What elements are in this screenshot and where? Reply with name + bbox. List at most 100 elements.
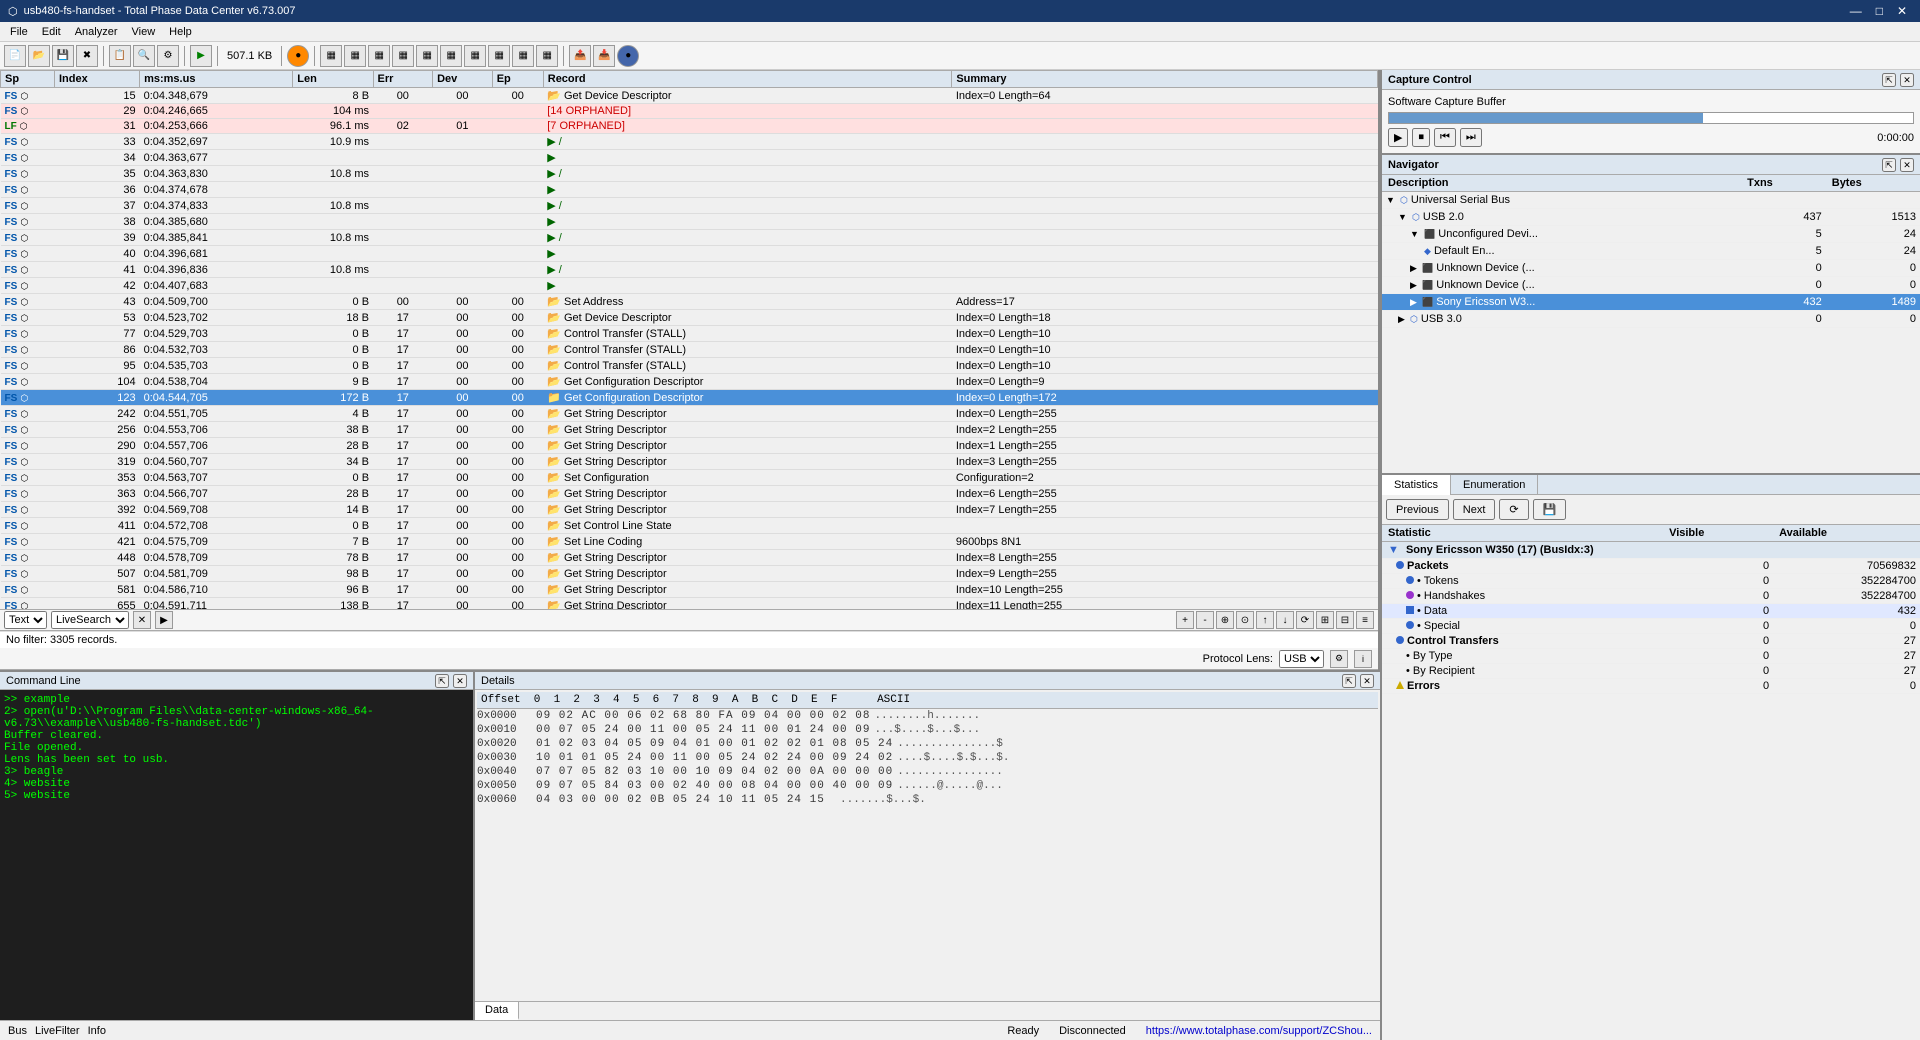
tree-arrow[interactable]: ▼ <box>1410 229 1419 239</box>
lens-icon-9[interactable]: ⊟ <box>1336 611 1354 629</box>
lens-info-btn[interactable]: i <box>1354 650 1372 668</box>
new-button[interactable]: 📄 <box>4 45 26 67</box>
lens-icon-2[interactable]: - <box>1196 611 1214 629</box>
orphaned-link[interactable]: [7 ORPHANED] <box>547 120 625 132</box>
stats-row[interactable]: • Data 0 432 <box>1382 604 1920 619</box>
menu-view[interactable]: View <box>126 24 162 40</box>
nav-row[interactable]: ▶ ⬡ USB 3.0 0 0 <box>1382 311 1920 328</box>
table-row[interactable]: FS ⬡ 363 0:04.566,707 28 B 17 00 00 📂 Ge… <box>1 486 1378 502</box>
table-row[interactable]: LF ⬡ 31 0:04.253,666 96.1 ms 02 01 [7 OR… <box>1 119 1378 134</box>
cell-record[interactable]: 📂 Get String Descriptor <box>543 406 952 422</box>
nav-row[interactable]: ▼ ⬡ Universal Serial Bus <box>1382 192 1920 209</box>
table-row[interactable]: FS ⬡ 86 0:04.532,703 0 B 17 00 00 📂 Cont… <box>1 342 1378 358</box>
tb-circle[interactable]: ● <box>617 45 639 67</box>
cell-record[interactable]: [14 ORPHANED] <box>543 104 952 119</box>
table-row[interactable]: FS ⬡ 448 0:04.578,709 78 B 17 00 00 📂 Ge… <box>1 550 1378 566</box>
stats-next-btn[interactable]: Next <box>1453 499 1496 520</box>
lens-icon-10[interactable]: ≡ <box>1356 611 1374 629</box>
packet-table-scroll[interactable]: Sp Index ms:ms.us Len Err Dev Ep Record … <box>0 70 1378 609</box>
lens-select[interactable]: USB <box>1279 650 1324 668</box>
table-row[interactable]: FS ⬡ 123 0:04.544,705 172 B 17 00 00 📁 G… <box>1 390 1378 406</box>
save-button[interactable]: 💾 <box>52 45 74 67</box>
menu-help[interactable]: Help <box>163 24 198 40</box>
stats-tab-enumeration[interactable]: Enumeration <box>1451 475 1538 495</box>
details-controls[interactable]: ⇱ ✕ <box>1342 674 1374 688</box>
stats-row[interactable]: • By Type 0 27 <box>1382 649 1920 664</box>
tb-grid2[interactable]: ▦ <box>344 45 366 67</box>
tb-export1[interactable]: 📤 <box>569 45 591 67</box>
table-row[interactable]: FS ⬡ 655 0:04.591,711 138 B 17 00 00 📂 G… <box>1 598 1378 610</box>
play-button[interactable]: ▶ <box>190 45 212 67</box>
stats-row[interactable]: • By Recipient 0 27 <box>1382 664 1920 679</box>
status-bus-tab[interactable]: Bus <box>8 1025 27 1037</box>
stats-row[interactable]: Errors 0 0 <box>1382 679 1920 694</box>
table-row[interactable]: FS ⬡ 319 0:04.560,707 34 B 17 00 00 📂 Ge… <box>1 454 1378 470</box>
cmd-controls[interactable]: ⇱ ✕ <box>435 674 467 688</box>
tb-grid7[interactable]: ▦ <box>464 45 486 67</box>
table-row[interactable]: FS ⬡ 41 0:04.396,836 10.8 ms ▶ / <box>1 262 1378 278</box>
cc-play-btn[interactable]: ▶ <box>1388 128 1408 147</box>
table-row[interactable]: FS ⬡ 507 0:04.581,709 98 B 17 00 00 📂 Ge… <box>1 566 1378 582</box>
stats-row[interactable]: • Handshakes 0 352284700 <box>1382 589 1920 604</box>
menu-analyzer[interactable]: Analyzer <box>69 24 124 40</box>
lens-icon-5[interactable]: ↑ <box>1256 611 1274 629</box>
cell-record[interactable]: 📂 Set Control Line State <box>543 518 952 534</box>
tb-btn7[interactable]: ⚙ <box>157 45 179 67</box>
table-row[interactable]: FS ⬡ 290 0:04.557,706 28 B 17 00 00 📂 Ge… <box>1 438 1378 454</box>
cell-record[interactable]: ▶ <box>543 278 952 294</box>
tb-grid10[interactable]: ▦ <box>536 45 558 67</box>
nav-row[interactable]: ▶ ⬛ Sony Ericsson W3... 432 1489 <box>1382 294 1920 311</box>
stats-export-btn[interactable]: 💾 <box>1533 499 1567 520</box>
table-row[interactable]: FS ⬡ 43 0:04.509,700 0 B 00 00 00 📂 Set … <box>1 294 1378 310</box>
tree-arrow[interactable]: ▶ <box>1410 280 1417 290</box>
tree-arrow[interactable]: ▶ <box>1398 314 1405 324</box>
cell-record[interactable]: 📂 Set Address <box>543 294 952 310</box>
lens-icon-7[interactable]: ⟳ <box>1296 611 1314 629</box>
lens-icon-4[interactable]: ⊙ <box>1236 611 1254 629</box>
table-row[interactable]: FS ⬡ 95 0:04.535,703 0 B 17 00 00 📂 Cont… <box>1 358 1378 374</box>
cell-record[interactable]: 📂 Get String Descriptor <box>543 598 952 610</box>
lens-icon-8[interactable]: ⊞ <box>1316 611 1334 629</box>
table-row[interactable]: FS ⬡ 35 0:04.363,830 10.8 ms ▶ / <box>1 166 1378 182</box>
cell-record[interactable]: ▶ / <box>543 262 952 278</box>
nav-row[interactable]: ▼ ⬡ USB 2.0 437 1513 <box>1382 209 1920 226</box>
nav-row[interactable]: ▶ ⬛ Unknown Device (... 0 0 <box>1382 277 1920 294</box>
lens-icon-1[interactable]: + <box>1176 611 1194 629</box>
nav-row[interactable]: ▶ ⬛ Unknown Device (... 0 0 <box>1382 260 1920 277</box>
table-row[interactable]: FS ⬡ 36 0:04.374,678 ▶ <box>1 182 1378 198</box>
lens-icon-3[interactable]: ⊕ <box>1216 611 1234 629</box>
tb-grid8[interactable]: ▦ <box>488 45 510 67</box>
cell-record[interactable]: 📂 Control Transfer (STALL) <box>543 358 952 374</box>
table-row[interactable]: FS ⬡ 33 0:04.352,697 10.9 ms ▶ / <box>1 134 1378 150</box>
lens-icon-6[interactable]: ↓ <box>1276 611 1294 629</box>
cell-record[interactable]: ▶ / <box>543 166 952 182</box>
tb-orange[interactable]: ● <box>287 45 309 67</box>
table-row[interactable]: FS ⬡ 77 0:04.529,703 0 B 17 00 00 📂 Cont… <box>1 326 1378 342</box>
table-row[interactable]: FS ⬡ 15 0:04.348,679 8 B 00 00 00 📂 Get … <box>1 88 1378 104</box>
table-row[interactable]: FS ⬡ 37 0:04.374,833 10.8 ms ▶ / <box>1 198 1378 214</box>
cell-record[interactable]: 📂 Get String Descriptor <box>543 422 952 438</box>
tree-arrow[interactable]: ▼ <box>1386 195 1395 205</box>
cell-record[interactable]: 📂 Get String Descriptor <box>543 454 952 470</box>
cell-record[interactable]: ▶ / <box>543 134 952 150</box>
stats-tab-statistics[interactable]: Statistics <box>1382 475 1451 495</box>
stats-body[interactable]: Statistic Visible Available ▼ Sony Erics… <box>1382 525 1920 1040</box>
cell-record[interactable]: 📂 Get String Descriptor <box>543 550 952 566</box>
cc-rewind-btn[interactable]: ⏮ <box>1434 128 1456 147</box>
nav-row[interactable]: ◆ Default En... 5 24 <box>1382 243 1920 260</box>
stats-row[interactable]: Control Transfers 0 27 <box>1382 634 1920 649</box>
titlebar-controls[interactable]: — □ ✕ <box>1845 3 1912 19</box>
stats-row[interactable]: • Tokens 0 352284700 <box>1382 574 1920 589</box>
table-row[interactable]: FS ⬡ 581 0:04.586,710 96 B 17 00 00 📂 Ge… <box>1 582 1378 598</box>
tree-arrow[interactable]: ▼ <box>1398 212 1407 222</box>
cell-record[interactable]: 📂 Get String Descriptor <box>543 486 952 502</box>
cell-record[interactable]: 📂 Control Transfer (STALL) <box>543 326 952 342</box>
search-mode-select[interactable]: LiveSearch <box>51 611 129 629</box>
cell-record[interactable]: 📁 Get Configuration Descriptor <box>543 390 952 406</box>
cell-record[interactable]: ▶ / <box>543 230 952 246</box>
cell-record[interactable]: 📂 Set Line Coding <box>543 534 952 550</box>
cell-record[interactable]: 📂 Get Device Descriptor <box>543 88 952 104</box>
table-row[interactable]: FS ⬡ 392 0:04.569,708 14 B 17 00 00 📂 Ge… <box>1 502 1378 518</box>
status-info-tab[interactable]: Info <box>88 1025 106 1037</box>
status-livefilter-tab[interactable]: LiveFilter <box>35 1025 80 1037</box>
